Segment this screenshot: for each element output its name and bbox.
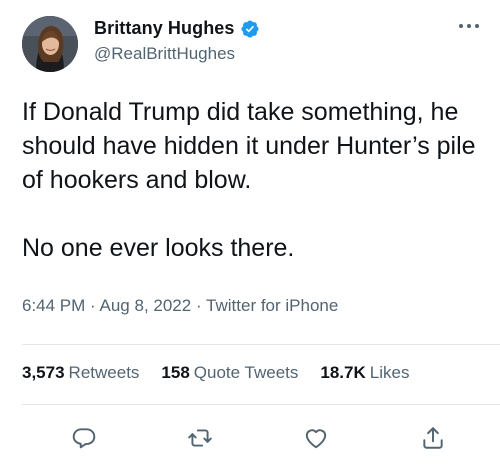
tweet-text: If Donald Trump did take something, he s… (22, 95, 492, 265)
tweet-paragraph: If Donald Trump did take something, he s… (22, 98, 476, 194)
more-options-button[interactable] (454, 14, 484, 38)
meta-separator: · (195, 296, 202, 315)
tweet-meta: 6:44 PM · Aug 8, 2022 · Twitter for iPho… (22, 296, 338, 316)
meta-separator: · (90, 296, 96, 315)
retweets-stat[interactable]: 3,573 Retweets (22, 363, 139, 383)
share-icon (423, 427, 443, 449)
avatar-image (22, 16, 78, 72)
heart-icon (305, 429, 327, 449)
quote-tweets-stat[interactable]: 158 Quote Tweets (161, 363, 298, 383)
avatar[interactable] (22, 16, 78, 72)
tweet-source[interactable]: Twitter for iPhone (206, 296, 338, 315)
retweet-icon (188, 429, 212, 447)
likes-stat[interactable]: 18.7K Likes (320, 363, 409, 383)
likes-label: Likes (369, 363, 410, 382)
tweet-card: Brittany Hughes @RealBrittHughes If Dona… (0, 0, 500, 472)
verified-badge-icon (240, 19, 259, 38)
like-button[interactable] (296, 418, 336, 458)
reply-icon (72, 428, 96, 449)
quote-tweets-label: Quote Tweets (193, 363, 299, 382)
likes-count: 18.7K (320, 363, 366, 382)
tweet-stats: 3,573 Retweets 158 Quote Tweets 18.7K Likes (22, 363, 409, 383)
reply-button[interactable] (64, 418, 104, 458)
quote-tweets-count: 158 (161, 363, 190, 382)
more-horizontal-icon (459, 24, 479, 28)
tweet-date[interactable]: Aug 8, 2022 (100, 296, 192, 315)
name-row: Brittany Hughes (94, 18, 260, 39)
retweet-button[interactable] (180, 418, 220, 458)
retweets-count: 3,573 (22, 363, 65, 382)
tweet-time[interactable]: 6:44 PM (22, 296, 85, 315)
display-name[interactable]: Brittany Hughes (94, 18, 235, 39)
share-button[interactable] (413, 418, 453, 458)
divider (22, 344, 500, 345)
divider (22, 404, 500, 405)
tweet-actions (0, 418, 500, 458)
user-handle[interactable]: @RealBrittHughes (94, 44, 235, 64)
tweet-paragraph: No one ever looks there. (22, 234, 295, 262)
retweets-label: Retweets (68, 363, 140, 382)
